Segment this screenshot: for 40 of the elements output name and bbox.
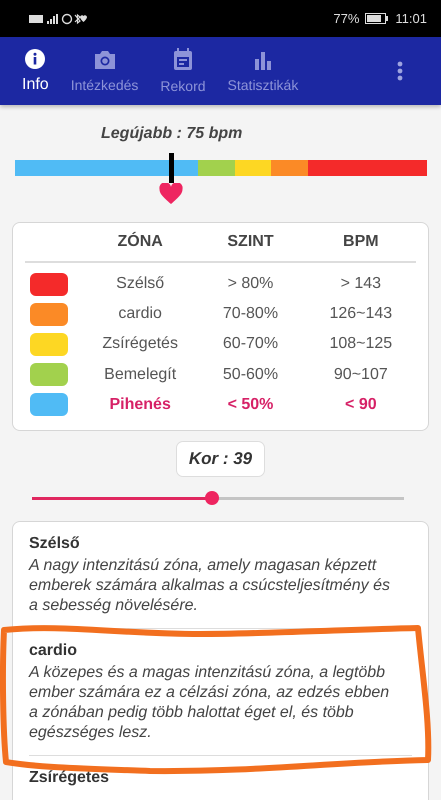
zone-title: Szélső bbox=[29, 534, 81, 553]
table-cell: 50-60% bbox=[222, 366, 278, 384]
table-cell: 70-80% bbox=[222, 305, 278, 324]
table-cell: > 143 bbox=[340, 275, 382, 294]
table-cell: 60-70% bbox=[222, 335, 278, 354]
zone-segment bbox=[198, 160, 235, 176]
tab[interactable]: Rekord bbox=[152, 44, 214, 98]
age-label: Kor : 39 bbox=[176, 440, 266, 477]
table-cell: < 50% bbox=[228, 396, 274, 414]
table-cell: Bemelegít bbox=[104, 366, 176, 384]
slider-thumb[interactable] bbox=[205, 490, 220, 505]
latest-reading: Legújabb : 75 bpm bbox=[101, 125, 242, 143]
battery-icon bbox=[365, 13, 390, 24]
zone-description: A nagy intenzitású zóna, amely magasan képzett emberek számára alkalmas a csúcsteljesítmény és a sebesség növelésére. bbox=[29, 556, 392, 616]
table-cell: > 80% bbox=[228, 275, 274, 294]
heart-icon bbox=[158, 183, 184, 205]
table-cell: < 90 bbox=[345, 396, 377, 414]
more-options-icon[interactable] bbox=[397, 61, 403, 81]
column-header: BPM bbox=[343, 233, 379, 251]
table-cell: Szélső bbox=[116, 275, 164, 294]
calendar-icon bbox=[172, 48, 194, 72]
zone-title: cardio bbox=[29, 642, 78, 660]
table-cell: 108~125 bbox=[329, 335, 392, 354]
tab[interactable]: Info bbox=[14, 44, 57, 98]
zone-description: A közepes és a magas intenzitású zóna, a legtöbb ember számára ez a célzási zóna, az edzés ebben a zónában pedig több halottat éget el, és több egészséges lesz. bbox=[29, 662, 390, 743]
table-cell: 126~143 bbox=[329, 305, 392, 324]
tab[interactable]: Statisztikák bbox=[220, 45, 306, 97]
column-header: ZÓNA bbox=[118, 233, 163, 251]
zone-segment bbox=[235, 160, 271, 176]
zone-title: Zsírégetes bbox=[29, 768, 110, 787]
age-slider[interactable] bbox=[32, 490, 404, 505]
table-cell: 90~107 bbox=[334, 366, 388, 384]
column-header: SZINT bbox=[227, 233, 274, 251]
tab[interactable]: Intézkedés bbox=[62, 45, 146, 97]
battery-percent: 77% bbox=[333, 11, 360, 26]
info-icon bbox=[24, 48, 46, 70]
table-cell: Pihenés bbox=[109, 396, 171, 414]
table-cell: Zsírégetés bbox=[102, 335, 178, 354]
clock: 11:01 bbox=[395, 11, 427, 26]
table-cell: cardio bbox=[118, 305, 162, 324]
